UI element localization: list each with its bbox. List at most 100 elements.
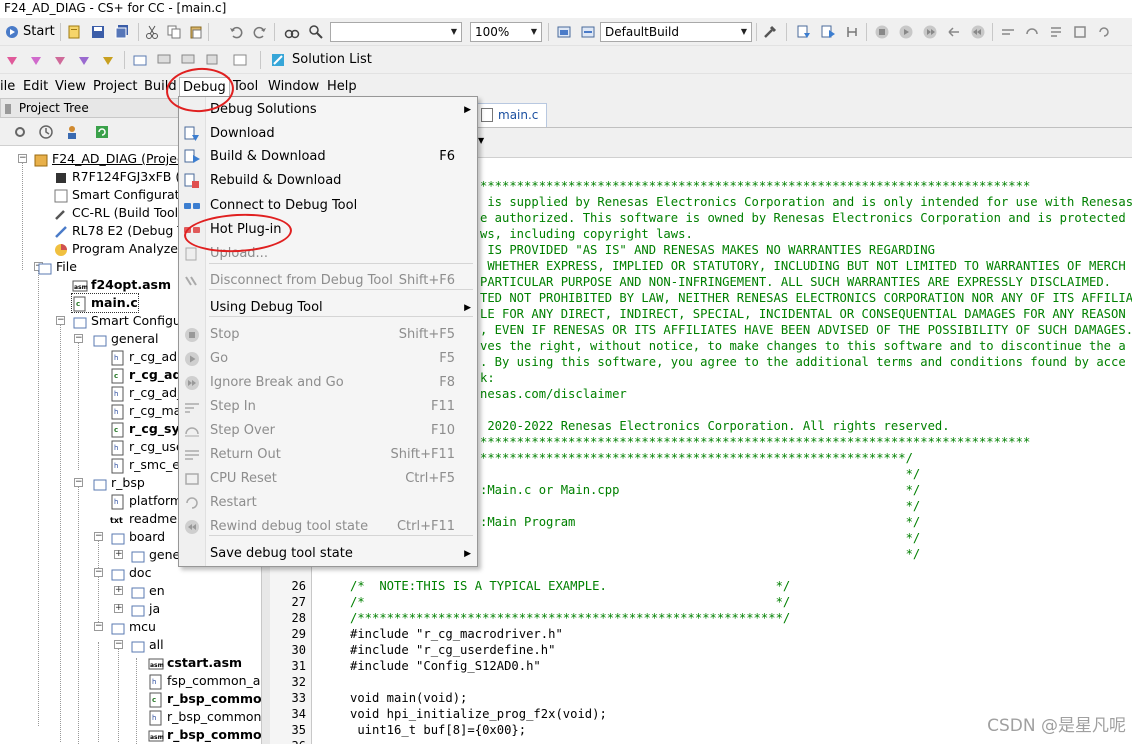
expand-toggle[interactable]: + xyxy=(114,550,123,559)
tree-node-file[interactable]: h r_cg_use xyxy=(110,438,184,456)
new-file-icon[interactable] xyxy=(64,22,84,42)
tab-main-c[interactable]: main.c xyxy=(475,103,548,127)
search-replace-icon[interactable] xyxy=(306,22,326,42)
tree-node-board[interactable]: board xyxy=(110,528,165,546)
tree-node-doc[interactable]: doc xyxy=(110,564,151,582)
tree-node-folder[interactable]: en xyxy=(130,582,165,600)
tree-node-file[interactable]: c r_cg_ad xyxy=(110,366,181,384)
debug-menu-item-connect-to-debug-tool[interactable]: Connect to Debug Tool xyxy=(179,195,477,217)
build-tool-icon[interactable] xyxy=(760,22,780,42)
restart-icon[interactable] xyxy=(1094,22,1114,42)
expand-toggle[interactable]: + xyxy=(114,586,123,595)
chevron-down-icon[interactable]: ▼ xyxy=(527,23,541,41)
debug-menu-item-ignore-break-and-go[interactable]: Ignore Break and Go F8 xyxy=(179,372,477,394)
go-icon[interactable] xyxy=(896,22,916,42)
tree-node-file[interactable]: h r_cg_ad_ xyxy=(110,384,183,402)
redo-icon[interactable] xyxy=(250,22,270,42)
download-icon[interactable] xyxy=(794,22,814,42)
debug-menu-item-disconnect-from-debug-tool[interactable]: Disconnect from Debug Tool Shift+F6 xyxy=(179,270,477,292)
debug-menu-item-step-over[interactable]: Step Over F10 xyxy=(179,420,477,442)
tree-node-file[interactable]: c r_cg_sys xyxy=(110,420,187,438)
tree-node-f24opt-asm[interactable]: asm f24opt.asm xyxy=(72,276,171,294)
tree-node-file[interactable]: h platform xyxy=(110,492,182,510)
comment-icon[interactable] xyxy=(154,50,174,70)
debug-menu-item-rebuild-download[interactable]: Rebuild & Download xyxy=(179,170,477,192)
step-back-icon[interactable] xyxy=(944,22,964,42)
debug-menu-item-using-debug-tool[interactable]: Using Debug Tool ▶ xyxy=(179,297,477,319)
refresh-icon[interactable] xyxy=(92,122,112,142)
tree-node-general[interactable]: general xyxy=(92,330,159,348)
start-button[interactable]: Start xyxy=(23,23,55,41)
layout-icon[interactable] xyxy=(230,50,250,70)
debug-menu-item-return-out[interactable]: Return Out Shift+F11 xyxy=(179,444,477,466)
debug-menu-item-build-download[interactable]: Build & Download F6 xyxy=(179,146,477,168)
tree-node-r-bsp[interactable]: r_bsp xyxy=(92,474,145,492)
build-settings-icon[interactable] xyxy=(554,22,574,42)
debug-menu-item-rewind-debug-tool-state[interactable]: Rewind debug tool state Ctrl+F11 xyxy=(179,516,477,538)
tree-node-file[interactable]: h r_cg_ma xyxy=(110,402,181,420)
tree-node-build-tool[interactable]: CC-RL (Build Tool) xyxy=(53,204,183,222)
bookmark-next-icon[interactable] xyxy=(74,50,94,70)
tree-node-file[interactable]: c r_bsp_common xyxy=(148,690,261,708)
menu-view[interactable]: View xyxy=(52,77,89,97)
menu-tool[interactable]: Tool xyxy=(230,77,261,97)
debug-menu-item-download[interactable]: Download xyxy=(179,123,477,145)
debug-menu-item-cpu-reset[interactable]: CPU Reset Ctrl+F5 xyxy=(179,468,477,490)
solution-list-button[interactable]: Solution List xyxy=(292,51,372,69)
build-mode-icon[interactable] xyxy=(578,22,598,42)
bookmark-prev-icon[interactable] xyxy=(50,50,70,70)
collapse-toggle[interactable]: − xyxy=(74,478,83,487)
tree-node-project[interactable]: F24_AD_DIAG (Project) xyxy=(33,150,194,168)
window-icon[interactable] xyxy=(130,50,150,70)
tree-node-device[interactable]: R7F124FGJ3xFB (Mi xyxy=(53,168,194,186)
pin-icon[interactable] xyxy=(2,50,22,70)
tree-node-file[interactable]: h r_smc_er xyxy=(110,456,185,474)
menu-edit[interactable]: Edit xyxy=(20,77,51,97)
return-out-icon[interactable] xyxy=(1046,22,1066,42)
connect-icon[interactable] xyxy=(842,22,862,42)
menu-project[interactable]: Project xyxy=(90,77,140,97)
bookmark-clear-icon[interactable] xyxy=(98,50,118,70)
build-download-icon[interactable] xyxy=(818,22,838,42)
tree-node-debug-tool[interactable]: RL78 E2 (Debug To xyxy=(53,222,190,240)
find-icon[interactable] xyxy=(282,22,302,42)
ignore-break-go-icon[interactable] xyxy=(920,22,940,42)
tree-node-smart-configurator[interactable]: Smart Configurator xyxy=(53,186,192,204)
tree-node-file[interactable]: asm r_bsp_common xyxy=(148,726,261,744)
copy-icon[interactable] xyxy=(164,22,184,42)
chevron-down-icon[interactable]: ▼ xyxy=(478,136,484,145)
properties-icon[interactable] xyxy=(36,122,56,142)
user-icon[interactable] xyxy=(62,122,82,142)
collapse-toggle[interactable]: − xyxy=(56,316,65,325)
zoom-combo[interactable]: 100% ▼ xyxy=(470,22,542,42)
debug-menu-item-go[interactable]: Go F5 xyxy=(179,348,477,370)
tree-node-file[interactable]: h r_cg_ad. xyxy=(110,348,181,366)
tree-node-folder[interactable]: ja xyxy=(130,600,160,618)
chevron-down-icon[interactable]: ▼ xyxy=(447,23,461,41)
tree-node-file-folder[interactable]: File xyxy=(38,258,77,276)
tree-node-file[interactable]: asm cstart.asm xyxy=(148,654,242,672)
save-icon[interactable] xyxy=(88,22,108,42)
collapse-toggle[interactable]: − xyxy=(18,154,27,163)
collapse-toggle[interactable]: − xyxy=(114,640,123,649)
collapse-toggle[interactable]: − xyxy=(94,622,103,631)
step-in-icon[interactable] xyxy=(998,22,1018,42)
undo-icon[interactable] xyxy=(226,22,246,42)
collapse-toggle[interactable]: − xyxy=(74,334,83,343)
debug-menu-item-restart[interactable]: Restart xyxy=(179,492,477,514)
tree-node-folder[interactable]: gene xyxy=(130,546,180,564)
cut-icon[interactable] xyxy=(142,22,162,42)
save-all-icon[interactable] xyxy=(112,22,132,42)
debug-menu-item-step-in[interactable]: Step In F11 xyxy=(179,396,477,418)
bookmark-icon[interactable] xyxy=(26,50,46,70)
solution-list-icon[interactable] xyxy=(268,50,288,70)
chevron-down-icon[interactable]: ▼ xyxy=(737,23,751,41)
paste-icon[interactable] xyxy=(186,22,206,42)
rewind-icon[interactable] xyxy=(968,22,988,42)
step-over-icon[interactable] xyxy=(1022,22,1042,42)
settings-icon[interactable] xyxy=(10,122,30,142)
uncomment-icon[interactable] xyxy=(178,50,198,70)
menu-file[interactable]: ile xyxy=(0,77,18,97)
build-config-select[interactable]: DefaultBuild ▼ xyxy=(600,22,752,42)
cpu-reset-icon[interactable] xyxy=(1070,22,1090,42)
